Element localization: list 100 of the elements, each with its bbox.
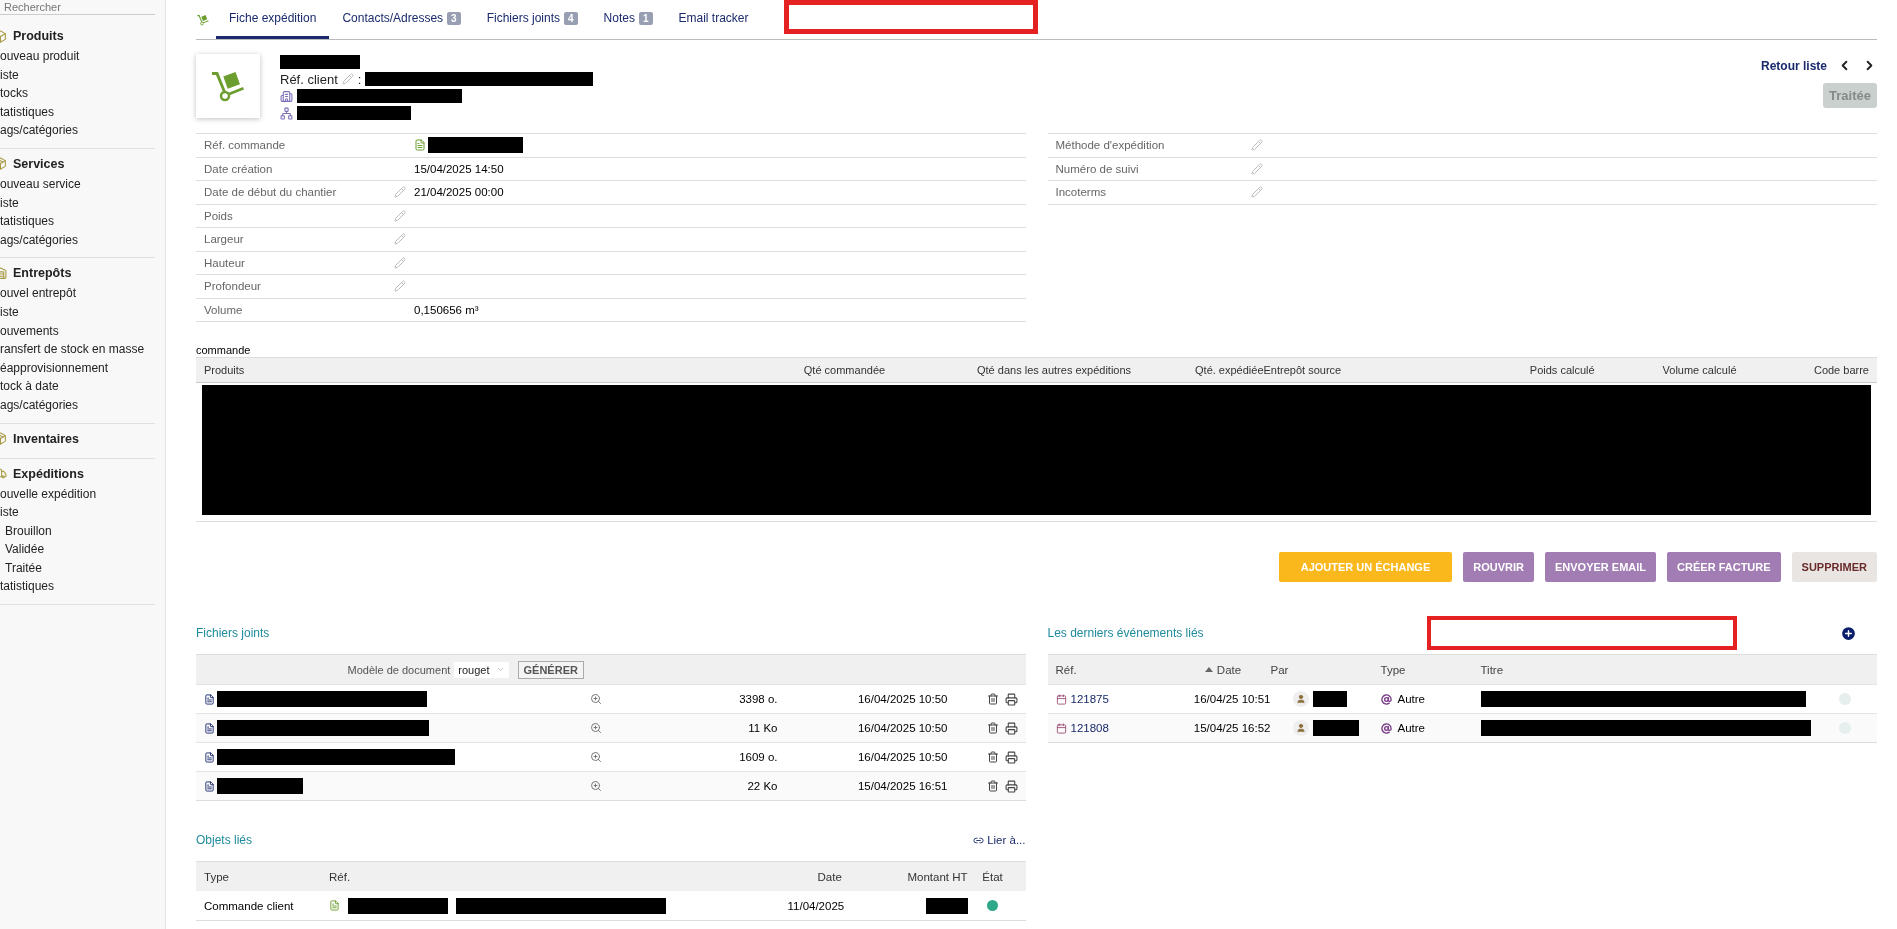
pdf-file-icon	[204, 751, 215, 763]
sidebar-section[interactable]: Services	[0, 154, 155, 175]
sidebar-item[interactable]: ransfert de stock en masse	[0, 340, 155, 359]
column-header: Qté commandée	[802, 364, 886, 376]
sidebar-section[interactable]: Produits	[0, 27, 155, 47]
sidebar-item[interactable]: tatistiques	[0, 212, 155, 231]
sidebar-item[interactable]: ouvelle expédition	[0, 484, 155, 504]
sidebar-item[interactable]: éapprovisionnement	[0, 358, 155, 378]
event-link[interactable]: 121875	[1070, 693, 1109, 705]
sidebar-item[interactable]: tatistiques	[0, 102, 155, 122]
pdf-file-icon	[204, 693, 215, 705]
section-title: Les derniers événements liés	[1047, 626, 1204, 640]
sidebar-item[interactable]: Brouillon	[0, 521, 155, 541]
section-title: Objets liés	[196, 833, 253, 847]
column-header: Par	[1270, 663, 1290, 676]
file-date: 15/04/2025 16:51	[856, 780, 948, 792]
zoom-icon[interactable]	[589, 693, 602, 705]
column-header: Montant HT	[906, 870, 968, 883]
sidebar-item[interactable]: ouvements	[0, 321, 155, 341]
column-header: Volume calculé	[1661, 364, 1737, 376]
table-cell-text: Commande client	[204, 899, 295, 912]
sidebar-item[interactable]: ouveau produit	[0, 47, 155, 66]
tab[interactable]: Email tracker	[665, 0, 762, 39]
column-header: Réf.	[329, 870, 352, 883]
document-icon	[414, 139, 426, 152]
sidebar-item[interactable]: iste	[0, 302, 155, 322]
printer-icon[interactable]	[1004, 750, 1018, 764]
redaction-bar	[925, 897, 968, 914]
sidebar-item[interactable]: tocks	[0, 84, 155, 103]
field-label: Méthode d'expédition	[1055, 139, 1166, 152]
column-header: Titre	[1480, 663, 1505, 676]
column-header: Réf.	[1055, 663, 1078, 676]
printer-icon[interactable]	[1004, 721, 1018, 735]
tab[interactable]: Fichiers joints 4	[473, 0, 591, 39]
column-header: Date	[1175, 663, 1271, 676]
field-label: Largeur	[204, 233, 245, 246]
add-icon[interactable]	[1840, 624, 1857, 642]
trash-icon[interactable]	[986, 721, 999, 735]
field-label: Poids	[204, 209, 234, 222]
caret-icon	[495, 665, 505, 674]
sidebar-item[interactable]: ags/catégories	[0, 395, 155, 415]
field-value: 0,150656 m³	[414, 303, 479, 316]
generate-button[interactable]: GÉNÉRER	[517, 660, 584, 679]
sidebar-item[interactable]: iste	[0, 65, 155, 85]
at-sign-icon	[1380, 693, 1392, 705]
field-label: Date création	[204, 162, 274, 175]
at-sign-icon	[1380, 722, 1392, 734]
table-cell: Autre	[1397, 693, 1425, 705]
sidebar-item[interactable]: iste	[0, 503, 155, 522]
count-badge: 3	[447, 11, 461, 25]
tab[interactable]: Contacts/Adresses 3	[329, 0, 474, 39]
sidebar-item[interactable]: iste	[0, 193, 155, 213]
zoom-icon[interactable]	[589, 751, 602, 763]
table-cell-text: 15/04/25 16:52	[1192, 722, 1271, 734]
action-button[interactable]: SUPPRIMER	[1791, 552, 1877, 582]
network-icon	[280, 106, 293, 120]
document-icon	[329, 900, 340, 911]
zoom-icon[interactable]	[589, 722, 602, 734]
sidebar-item[interactable]: tatistiques	[0, 577, 155, 597]
user-icon	[1292, 720, 1309, 736]
trash-icon[interactable]	[986, 779, 999, 793]
zoom-icon[interactable]	[589, 780, 602, 792]
sidebar-item[interactable]: ouveau service	[0, 174, 155, 194]
template-select[interactable]: rouget	[454, 661, 509, 678]
back-link[interactable]: Retour liste	[1761, 58, 1827, 73]
calendar-icon	[1055, 722, 1067, 734]
redaction-bar	[1312, 691, 1347, 707]
link-to-link[interactable]: Lier à...	[987, 834, 1026, 846]
sidebar-item[interactable]: tock à date	[0, 377, 155, 396]
field-label: Hauteur	[204, 256, 246, 269]
calendar-icon	[1055, 693, 1067, 705]
sidebar-item[interactable]: ouvel entrepôt	[0, 284, 155, 303]
tab[interactable]: Fiche expédition	[216, 0, 330, 39]
printer-icon[interactable]	[1004, 779, 1018, 793]
sidebar-item[interactable]: ags/catégories	[0, 121, 155, 140]
field-label: Incoterms	[1055, 186, 1107, 199]
sidebar-section[interactable]: Expéditions	[0, 464, 155, 485]
field-label: Date de début du chantier	[204, 186, 338, 199]
file-size: 22 Ko	[746, 780, 778, 792]
hand-truck-icon	[196, 12, 210, 27]
file-size: 1609 o.	[738, 751, 778, 763]
sidebar-item[interactable]: ags/catégories	[0, 230, 155, 250]
trash-icon[interactable]	[986, 692, 999, 706]
column-header: Type	[1380, 663, 1407, 676]
file-date: 16/04/2025 10:50	[856, 693, 948, 705]
file-size: 11 Ko	[747, 722, 778, 734]
tab[interactable]: Notes 1	[590, 0, 666, 39]
event-link[interactable]: 121808	[1070, 722, 1109, 734]
search-field[interactable]: Rechercher	[0, 0, 155, 15]
field-label: Réf. client	[280, 71, 338, 87]
sidebar-section[interactable]: Entrepôts	[0, 264, 155, 285]
column-header: État	[981, 870, 1004, 883]
trash-icon[interactable]	[986, 750, 999, 764]
section-title: Fichiers joints	[196, 626, 270, 640]
sidebar-item[interactable]: Validée	[0, 540, 155, 559]
file-date: 16/04/2025 10:50	[856, 722, 948, 734]
pdf-file-icon	[204, 780, 215, 792]
sidebar-item[interactable]: Traitée	[0, 558, 155, 578]
printer-icon[interactable]	[1004, 692, 1018, 706]
sidebar-section[interactable]: Inventaires	[0, 429, 155, 450]
